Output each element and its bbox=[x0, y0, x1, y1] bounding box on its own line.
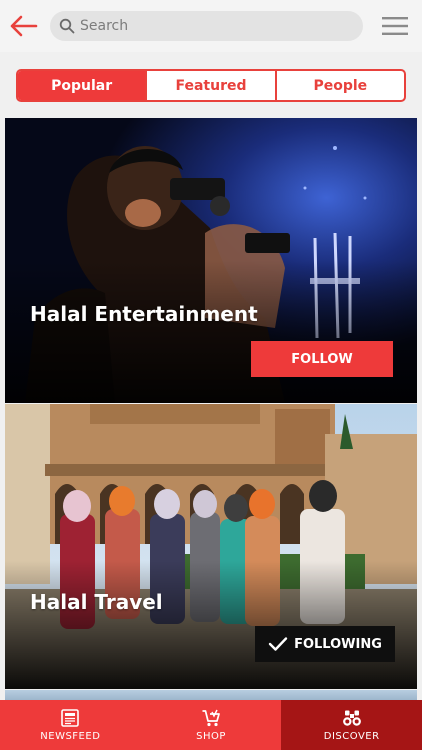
bottom-nav: NEWSFEED SHOP DISCOVER bbox=[0, 700, 422, 750]
search-icon bbox=[59, 18, 75, 34]
following-button[interactable]: FOLLOWING bbox=[255, 626, 395, 662]
tab-people[interactable]: People bbox=[274, 71, 404, 100]
following-label: FOLLOWING bbox=[294, 636, 382, 652]
top-bar bbox=[0, 0, 422, 52]
search-bar[interactable] bbox=[50, 11, 363, 41]
newspaper-icon bbox=[61, 709, 80, 727]
cart-icon bbox=[202, 709, 220, 727]
tab-featured[interactable]: Featured bbox=[145, 71, 274, 100]
card-halal-entertainment[interactable]: Halal Entertainment FOLLOW bbox=[5, 118, 417, 403]
search-input[interactable] bbox=[80, 11, 350, 41]
back-arrow-icon[interactable] bbox=[8, 12, 38, 40]
nav-shop[interactable]: SHOP bbox=[141, 700, 282, 750]
nav-newsfeed[interactable]: NEWSFEED bbox=[0, 700, 141, 750]
card-halal-travel[interactable]: Halal Travel FOLLOWING bbox=[5, 404, 417, 689]
card-title: Halal Travel bbox=[30, 590, 163, 614]
nav-label: NEWSFEED bbox=[40, 731, 101, 742]
next-card-preview bbox=[5, 690, 417, 700]
card-title: Halal Entertainment bbox=[30, 302, 258, 326]
nav-label: DISCOVER bbox=[323, 731, 380, 742]
hamburger-menu-icon[interactable] bbox=[382, 15, 408, 37]
nav-discover[interactable]: DISCOVER bbox=[281, 700, 422, 750]
checkmark-icon bbox=[268, 637, 288, 651]
follow-button[interactable]: FOLLOW bbox=[251, 341, 393, 377]
tab-popular[interactable]: Popular bbox=[18, 71, 146, 100]
nav-label: SHOP bbox=[196, 731, 226, 742]
discover-tabs: Popular Featured People bbox=[16, 69, 406, 102]
binoculars-icon bbox=[342, 710, 361, 726]
